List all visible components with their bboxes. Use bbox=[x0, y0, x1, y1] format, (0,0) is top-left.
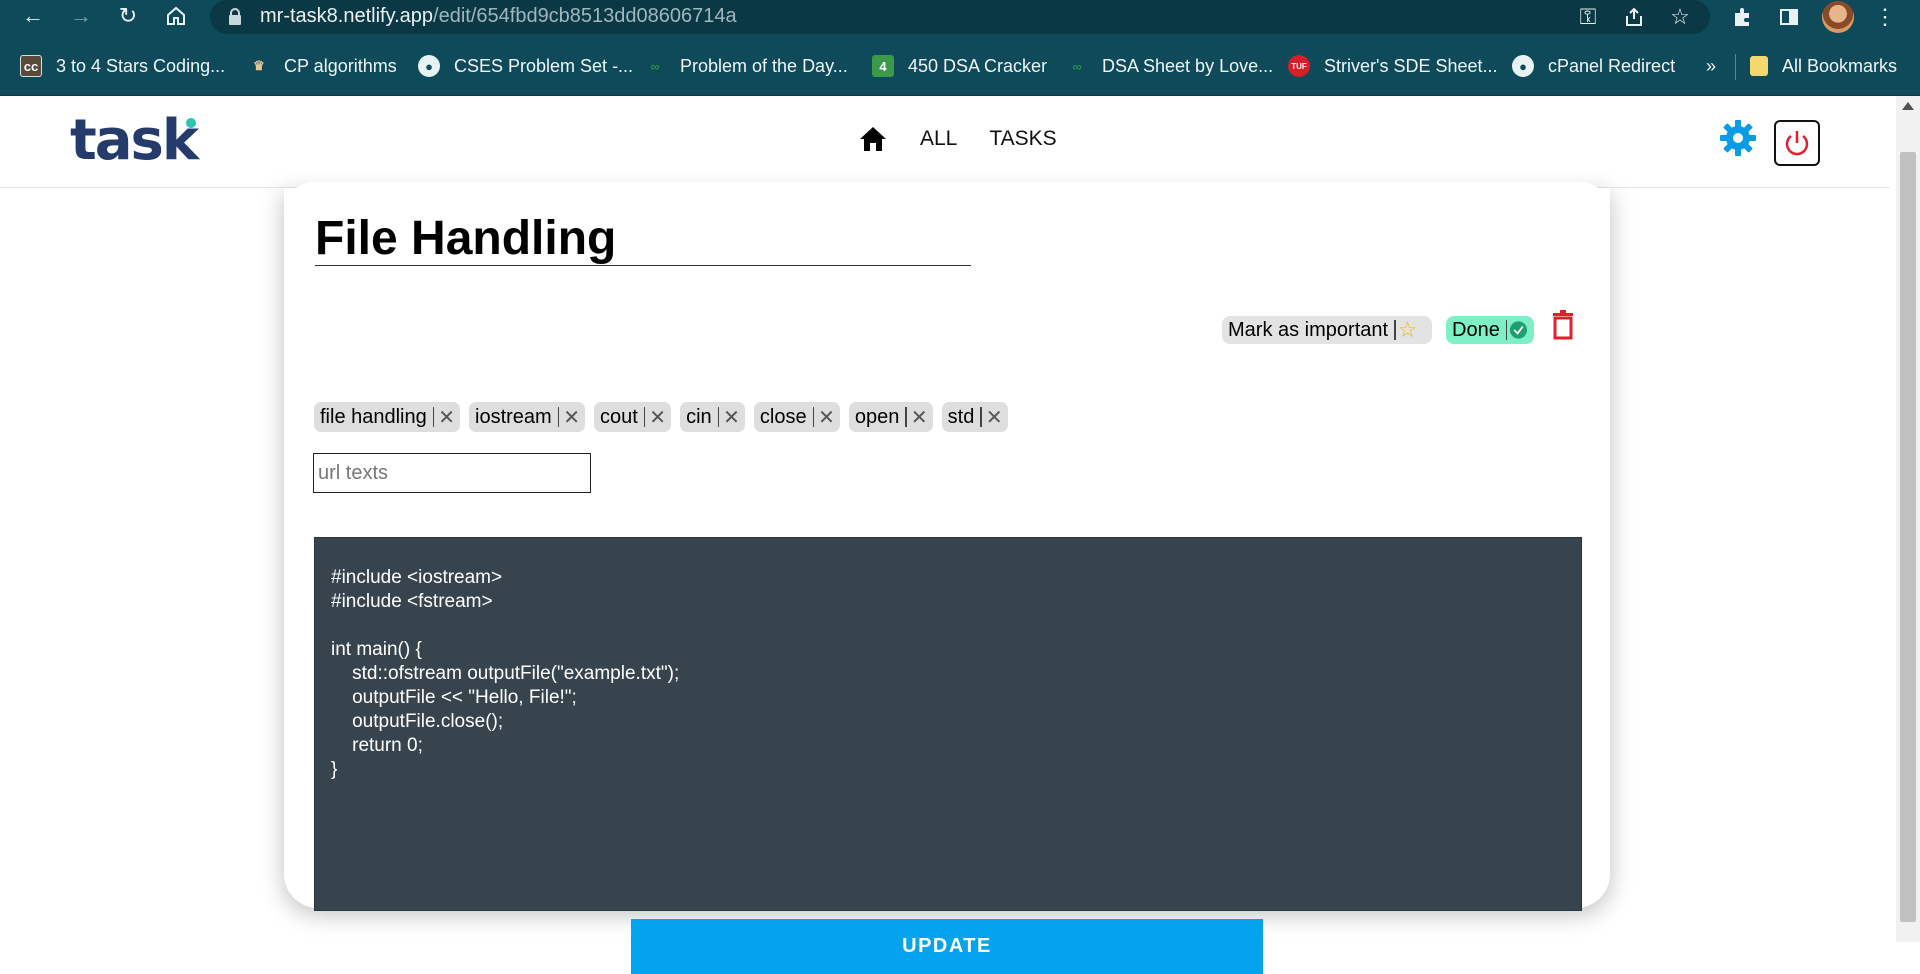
lock-icon bbox=[229, 8, 241, 25]
globe-icon: ● bbox=[1512, 55, 1534, 77]
bookmarks-bar: cc 3 to 4 Stars Coding... ♛ CP algorithm… bbox=[0, 34, 1920, 96]
menu-icon[interactable]: ⋮ bbox=[1872, 4, 1898, 30]
tag-chip: iostream ✕ bbox=[469, 402, 585, 432]
side-panel-icon[interactable] bbox=[1776, 4, 1802, 30]
main-nav: ALL TASKS bbox=[858, 124, 1089, 154]
cc-icon: cc bbox=[20, 55, 42, 77]
browser-toolbar: ← → ↻ mr-task8.netlify.app/edit/654fbd9c… bbox=[0, 0, 1920, 34]
tag-divider bbox=[812, 407, 815, 427]
bookmark-item[interactable]: 4 450 DSA Cracker bbox=[872, 54, 1047, 78]
cp-algorithms-icon: ♛ bbox=[253, 58, 265, 73]
back-icon[interactable]: ← bbox=[20, 3, 46, 29]
remove-tag-icon[interactable]: ✕ bbox=[649, 405, 666, 430]
remove-tag-icon[interactable]: ✕ bbox=[911, 405, 928, 430]
check-circle-icon bbox=[1509, 321, 1528, 339]
page-scrollbar[interactable] bbox=[1896, 96, 1920, 942]
page-content: task ALL TASKS File Handling Mark as imp… bbox=[0, 96, 1896, 974]
bookmark-item[interactable]: ● CSES Problem Set -... bbox=[418, 54, 633, 78]
power-icon bbox=[1785, 131, 1809, 156]
task-edit-card: File Handling Mark as important ☆ Done f… bbox=[284, 182, 1610, 974]
four-icon: 4 bbox=[872, 55, 894, 77]
remove-tag-icon[interactable]: ✕ bbox=[986, 405, 1003, 430]
tag-divider bbox=[905, 407, 907, 427]
url-text: mr-task8.netlify.app/edit/654fbd9cb8513d… bbox=[260, 5, 737, 27]
profile-avatar[interactable] bbox=[1822, 1, 1854, 33]
tag-chip: open ✕ bbox=[848, 402, 933, 432]
tag-chip: file handling ✕ bbox=[314, 402, 461, 432]
star-icon: ☆ bbox=[1397, 317, 1418, 342]
tag-divider bbox=[643, 407, 646, 427]
url-input[interactable] bbox=[313, 453, 591, 493]
tag-chip: cout ✕ bbox=[593, 402, 672, 432]
tag-chip: std ✕ bbox=[941, 402, 1008, 432]
code-editor[interactable]: #include <iostream> #include <fstream> i… bbox=[314, 537, 1582, 911]
remove-tag-icon[interactable]: ✕ bbox=[438, 405, 455, 430]
scroll-up-icon[interactable] bbox=[1902, 102, 1914, 110]
bookmark-item[interactable]: ♛ CP algorithms bbox=[248, 54, 397, 78]
app-header: task ALL TASKS bbox=[0, 96, 1890, 188]
logo[interactable]: task bbox=[70, 108, 199, 173]
pill-divider bbox=[1394, 320, 1396, 340]
bookmark-item[interactable]: TUF Striver's SDE Sheet... bbox=[1288, 54, 1498, 78]
trash-icon[interactable] bbox=[1550, 310, 1576, 340]
pill-divider bbox=[1505, 320, 1508, 340]
nav-all[interactable]: ALL bbox=[920, 127, 957, 151]
tag-chip: close ✕ bbox=[753, 402, 840, 432]
bookmark-item[interactable]: ∞ DSA Sheet by Love... bbox=[1066, 54, 1273, 78]
extensions-icon[interactable] bbox=[1730, 4, 1756, 30]
gfg-icon: ∞ bbox=[650, 58, 660, 74]
forward-icon[interactable]: → bbox=[68, 3, 94, 29]
tag-divider bbox=[980, 407, 982, 427]
home-browser-icon[interactable] bbox=[163, 3, 189, 29]
task-title[interactable]: File Handling bbox=[315, 215, 971, 266]
reload-icon[interactable]: ↻ bbox=[115, 3, 141, 29]
mark-important-button[interactable]: Mark as important ☆ bbox=[1222, 316, 1432, 344]
update-button[interactable]: UPDATE bbox=[631, 919, 1263, 974]
logo-dot bbox=[186, 118, 196, 128]
gfg-icon: ∞ bbox=[1072, 58, 1082, 74]
remove-tag-icon[interactable]: ✕ bbox=[818, 405, 835, 430]
tag-divider bbox=[432, 407, 435, 427]
folder-icon bbox=[1750, 56, 1768, 76]
more-bookmarks-button[interactable]: » bbox=[1706, 54, 1716, 78]
done-button[interactable]: Done bbox=[1446, 316, 1534, 344]
bookmark-item[interactable]: cc 3 to 4 Stars Coding... bbox=[20, 54, 225, 78]
remove-tag-icon[interactable]: ✕ bbox=[723, 405, 740, 430]
bookmark-item[interactable]: ● cPanel Redirect bbox=[1512, 54, 1675, 78]
key-icon[interactable]: ⚿ bbox=[1576, 4, 1600, 29]
tag-chip: cin ✕ bbox=[680, 402, 745, 432]
all-bookmarks-button[interactable]: All Bookmarks bbox=[1750, 54, 1897, 78]
tuf-icon: TUF bbox=[1288, 55, 1310, 77]
tag-divider bbox=[717, 407, 720, 427]
globe-icon: ● bbox=[418, 55, 440, 77]
tag-list: file handling ✕ iostream ✕ cout ✕ cin ✕ clos… bbox=[314, 402, 1017, 432]
home-icon[interactable] bbox=[858, 125, 888, 153]
share-icon[interactable] bbox=[1622, 5, 1646, 29]
star-bookmark-icon[interactable]: ☆ bbox=[1668, 4, 1692, 29]
tag-divider bbox=[557, 407, 560, 427]
gear-icon[interactable] bbox=[1718, 118, 1758, 158]
bookmarks-divider bbox=[1735, 54, 1736, 80]
logout-button[interactable] bbox=[1774, 120, 1820, 166]
nav-tasks[interactable]: TASKS bbox=[989, 127, 1056, 151]
address-bar[interactable]: mr-task8.netlify.app/edit/654fbd9cb8513d… bbox=[210, 0, 1710, 34]
bookmark-item[interactable]: ∞ Problem of the Day... bbox=[644, 54, 847, 78]
scroll-thumb[interactable] bbox=[1900, 152, 1916, 922]
remove-tag-icon[interactable]: ✕ bbox=[563, 405, 580, 430]
